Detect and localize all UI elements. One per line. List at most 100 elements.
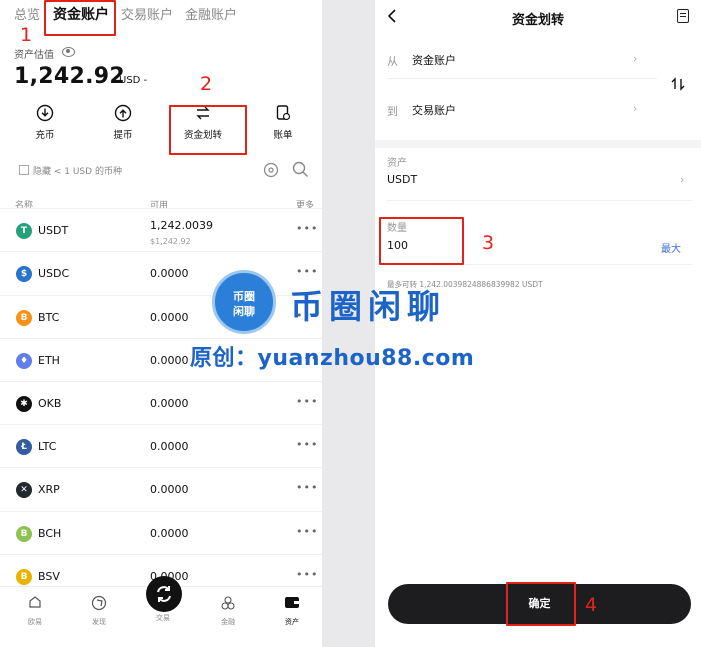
max-button[interactable]: 最大 [661,240,681,255]
nav-home-label: 欧易 [28,618,42,626]
discover-icon [79,595,119,611]
more-options-icon[interactable]: ••• [296,438,318,451]
page-title: 资金划转 [511,13,564,28]
trade-swap-button[interactable] [146,576,182,612]
nav-discover[interactable]: 发现 [79,595,119,627]
divider [387,78,657,79]
nav-discover-label: 发现 [92,618,106,626]
coin-icon: $ [16,266,32,282]
watermark-subtitle: 原创：yuanzhou88.com [190,346,475,371]
nav-trade-label: 交易 [156,614,170,622]
coin-icon: ♦ [16,353,32,369]
total-unit-selector[interactable]: USD - [119,75,147,86]
hide-small-label: 隐藏 < 1 USD 的币种 [33,167,122,177]
coin-available: 0.0000 [150,354,189,367]
annotation-3: 3 [482,232,495,254]
eye-icon[interactable] [62,47,75,57]
to-account[interactable]: 交易账户 [412,102,456,118]
home-icon [15,595,55,611]
total-value: 1,242.92 [14,64,125,89]
coin-icon: B [16,569,32,585]
coin-row[interactable]: $ USDC 0.0000 ••• [0,251,322,295]
annotation-box-2 [169,105,247,155]
annotation-2: 2 [200,73,213,95]
coin-available: 0.0000 [150,440,189,453]
more-options-icon[interactable]: ••• [296,481,318,494]
coin-name: LTC [38,440,57,453]
upload-icon [93,104,153,124]
swap-direction-icon[interactable] [671,77,685,95]
annotation-4: 4 [585,594,598,616]
watermark-logo-line2: 闲聊 [233,305,255,318]
coin-value-usd: $1,242.92 [150,237,191,246]
divider [387,200,692,201]
history-icon[interactable] [677,9,689,23]
asset-label: 资产 [387,158,407,169]
tab-overview[interactable]: 总览 [14,4,40,23]
coin-name: ETH [38,354,60,367]
nav-assets-label: 资产 [285,618,299,626]
finance-icon [208,595,248,611]
bill-icon [253,104,313,124]
coin-name: BCH [38,527,62,540]
coin-icon: T [16,223,32,239]
chevron-right-icon: › [633,52,638,65]
wallet-icon [272,595,312,611]
watermark-logo: 币圈 闲聊 [212,270,276,334]
coin-name: USDT [38,224,69,237]
checkbox[interactable] [19,165,29,175]
search-icon[interactable] [292,161,309,182]
coin-available: 0.0000 [150,267,189,280]
to-label: 到 [387,105,398,118]
withdraw-label: 提币 [113,130,133,141]
more-options-icon[interactable]: ••• [296,222,318,235]
withdraw-button[interactable]: 提币 [93,104,153,141]
tab-trading-account[interactable]: 交易账户 [121,4,173,23]
annotation-box-1 [44,0,116,36]
coin-available: 0.0000 [150,483,189,496]
coin-row[interactable]: T USDT 1,242.0039 $1,242.92 ••• [0,208,322,252]
chevron-right-icon: › [680,173,685,186]
bill-label: 账单 [273,130,293,141]
download-icon [15,104,75,124]
coin-name: BTC [38,311,60,324]
more-options-icon[interactable]: ••• [296,265,318,278]
nav-home[interactable]: 欧易 [15,595,55,627]
coin-row[interactable]: Ł LTC 0.0000 ••• [0,424,322,468]
asset-valuation-label: 资产估值 [14,50,54,61]
coin-icon: B [16,310,32,326]
swap-icon [153,584,175,604]
annotation-1: 1 [20,24,33,46]
coin-row[interactable]: ✱ OKB 0.0000 ••• [0,381,322,425]
section-gap [375,140,701,148]
coin-icon: ✕ [16,482,32,498]
tab-finance-account[interactable]: 金融账户 [185,4,237,23]
coin-row[interactable]: B BCH 0.0000 ••• [0,511,322,555]
watermark-logo-line1: 币圈 [233,290,255,303]
coin-name: BSV [38,570,60,583]
deposit-button[interactable]: 充币 [15,104,75,141]
coin-available: 0.0000 [150,527,189,540]
coin-name: XRP [38,483,60,496]
coin-available: 0.0000 [150,397,189,410]
nav-finance-label: 金融 [221,618,235,626]
nav-finance[interactable]: 金融 [208,595,248,627]
more-options-icon[interactable]: ••• [296,568,318,581]
coin-name: USDC [38,267,70,280]
from-account[interactable]: 资金账户 [412,52,456,68]
more-options-icon[interactable]: ••• [296,525,318,538]
filter-icon[interactable] [263,162,279,182]
annotation-box-4 [506,582,576,626]
chevron-right-icon: › [633,102,638,115]
coin-row[interactable]: ✕ XRP 0.0000 ••• [0,467,322,511]
asset-selector[interactable]: USDT [387,173,417,186]
more-options-icon[interactable]: ••• [296,395,318,408]
nav-assets[interactable]: 资产 [272,595,312,627]
bill-button[interactable]: 账单 [253,104,313,141]
coin-icon: ✱ [16,396,32,412]
hide-small-balances[interactable]: 隐藏 < 1 USD 的币种 [19,164,122,177]
coin-available: 1,242.0039 [150,219,213,232]
coin-name: OKB [38,397,62,410]
deposit-label: 充币 [35,130,55,141]
asset-screen: 总览 资金账户 交易账户 金融账户 1 资产估值 1,242.92 USD - … [0,0,322,647]
